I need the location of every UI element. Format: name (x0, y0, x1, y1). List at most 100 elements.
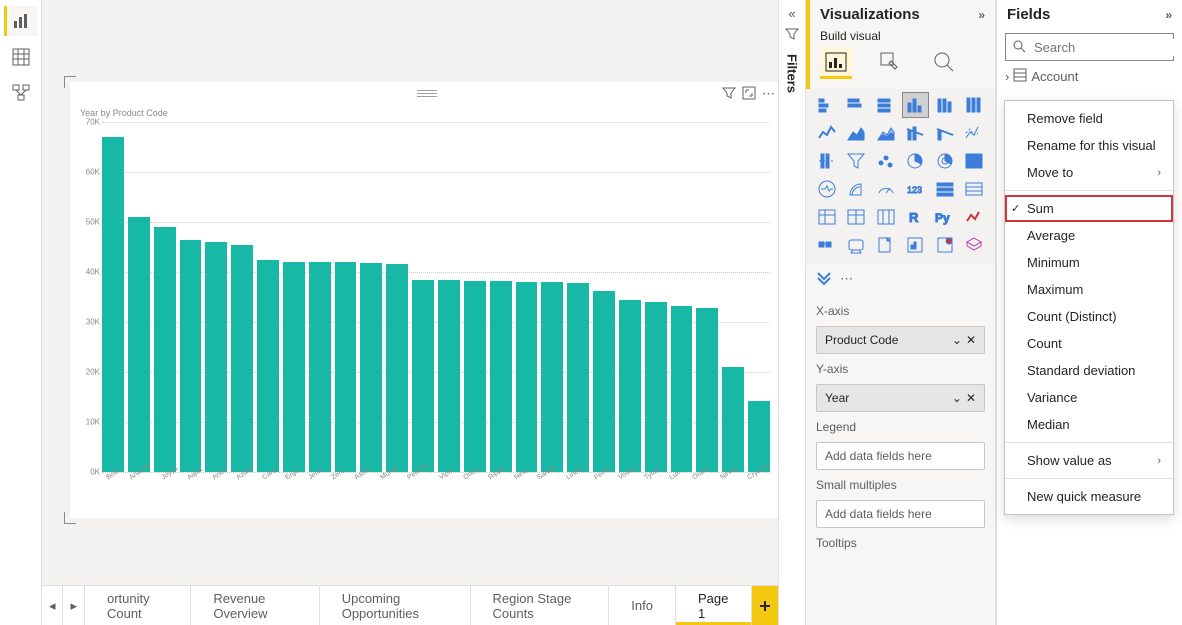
more-options-icon[interactable]: ⋯ (762, 86, 776, 103)
xaxis-well[interactable]: Product Code ⌄✕ (816, 326, 985, 354)
menu-stdev[interactable]: Standard deviation (1005, 357, 1173, 384)
page-tab-active[interactable]: Page 1 (676, 586, 752, 625)
viz-type-cell[interactable] (903, 149, 929, 173)
chart-bar[interactable] (645, 302, 667, 472)
chevron-down-icon[interactable]: ⌄ (952, 391, 962, 405)
menu-remove-field[interactable]: Remove field (1005, 105, 1173, 132)
viz-type-cell[interactable] (814, 205, 840, 229)
menu-median[interactable]: Median (1005, 411, 1173, 438)
viz-type-cell[interactable] (814, 233, 840, 257)
viz-type-cell[interactable] (962, 233, 988, 257)
chart-bar[interactable] (464, 281, 486, 473)
fields-search[interactable] (1005, 33, 1174, 61)
format-visual-tab[interactable] (874, 47, 906, 79)
page-tab[interactable]: Revenue Overview (191, 586, 319, 625)
viz-type-cell[interactable] (932, 149, 958, 173)
chart-bar[interactable] (593, 291, 615, 472)
model-view-button[interactable] (4, 78, 38, 108)
chart-bar[interactable] (180, 240, 202, 473)
chart-bar[interactable] (696, 308, 718, 472)
drag-handle-icon[interactable] (417, 89, 437, 97)
tab-scroll-right[interactable]: ▸ (63, 586, 84, 625)
menu-sum[interactable]: Sum (1005, 195, 1173, 222)
viz-type-cell[interactable] (932, 93, 958, 117)
viz-type-cell[interactable] (932, 233, 958, 257)
viz-type-cell[interactable] (873, 93, 899, 117)
remove-field-icon[interactable]: ✕ (966, 391, 976, 405)
expand-filters-icon[interactable]: « (788, 6, 795, 21)
chart-bar[interactable] (309, 262, 331, 472)
viz-type-cell[interactable] (962, 177, 988, 201)
viz-type-cell[interactable] (962, 121, 988, 145)
small-multiples-well[interactable]: Add data fields here (816, 500, 985, 528)
menu-average[interactable]: Average (1005, 222, 1173, 249)
viz-type-cell[interactable]: Py (932, 205, 958, 229)
chart-bar[interactable] (257, 260, 279, 473)
page-tab[interactable]: Upcoming Opportunities (320, 586, 471, 625)
chart-bar[interactable] (102, 137, 124, 472)
remove-field-icon[interactable]: ✕ (966, 333, 976, 347)
more-visuals-icon[interactable]: ⋯ (840, 271, 853, 287)
tab-scroll-left[interactable]: ◂ (42, 586, 63, 625)
viz-type-cell[interactable]: R (903, 205, 929, 229)
expand-viz-icon[interactable] (814, 267, 834, 290)
chart-bar[interactable] (360, 263, 382, 472)
add-page-button[interactable] (752, 586, 778, 625)
yaxis-well[interactable]: Year ⌄✕ (816, 384, 985, 412)
resize-handle-tl[interactable] (64, 76, 76, 88)
fields-search-input[interactable] (1032, 39, 1182, 56)
menu-show-value-as[interactable]: Show value as› (1005, 447, 1173, 474)
resize-handle-bl[interactable] (64, 512, 76, 524)
chart-bar[interactable] (335, 262, 357, 472)
collapse-fields-icon[interactable]: » (1165, 8, 1172, 22)
chart-bar[interactable] (231, 245, 253, 473)
viz-type-cell[interactable] (932, 177, 958, 201)
viz-type-cell[interactable] (873, 177, 899, 201)
menu-count[interactable]: Count (1005, 330, 1173, 357)
chart-bar[interactable] (541, 282, 563, 472)
report-canvas[interactable]: ⋯ Year by Product Code 0K10K20K30K40K50K… (42, 0, 778, 625)
data-view-button[interactable] (4, 42, 38, 72)
viz-type-cell[interactable] (903, 121, 929, 145)
filters-pane-collapsed[interactable]: « Filters (778, 0, 806, 625)
chart-bar[interactable] (748, 401, 770, 472)
collapse-viz-icon[interactable]: » (978, 8, 985, 22)
chart-bar[interactable] (490, 281, 512, 472)
viz-type-cell[interactable] (903, 233, 929, 257)
chart-bar[interactable] (722, 367, 744, 472)
chart-bar[interactable] (283, 262, 305, 472)
page-tab[interactable]: Info (609, 586, 676, 625)
viz-type-cell[interactable] (814, 93, 840, 117)
analytics-tab[interactable] (928, 47, 960, 79)
chart-bar[interactable] (567, 283, 589, 473)
menu-rename-field[interactable]: Rename for this visual (1005, 132, 1173, 159)
viz-type-cell[interactable] (814, 149, 840, 173)
viz-type-cell[interactable] (873, 233, 899, 257)
menu-minimum[interactable]: Minimum (1005, 249, 1173, 276)
chart-bar[interactable] (205, 242, 227, 472)
viz-type-cell[interactable] (814, 121, 840, 145)
page-tab[interactable]: ortunity Count (85, 586, 191, 625)
viz-type-cell[interactable]: 123 (903, 177, 929, 201)
chart-bar[interactable] (412, 280, 434, 473)
viz-type-cell[interactable] (873, 149, 899, 173)
chart-bar[interactable] (154, 227, 176, 472)
viz-type-cell[interactable] (873, 121, 899, 145)
menu-new-quick-measure[interactable]: New quick measure (1005, 483, 1173, 510)
focus-mode-icon[interactable] (742, 86, 756, 103)
viz-type-cell[interactable] (844, 93, 870, 117)
field-table-account[interactable]: › Account (997, 65, 1182, 88)
report-view-button[interactable] (4, 6, 38, 36)
menu-variance[interactable]: Variance (1005, 384, 1173, 411)
viz-type-cell[interactable] (844, 121, 870, 145)
viz-type-cell[interactable] (873, 205, 899, 229)
menu-move-to[interactable]: Move to› (1005, 159, 1173, 186)
menu-maximum[interactable]: Maximum (1005, 276, 1173, 303)
chart-bar[interactable] (619, 300, 641, 473)
page-tab[interactable]: Region Stage Counts (471, 586, 610, 625)
build-visual-tab[interactable] (820, 47, 852, 79)
viz-type-cell[interactable] (903, 93, 929, 117)
viz-type-cell[interactable] (844, 149, 870, 173)
viz-type-cell[interactable] (962, 149, 988, 173)
chart-bar[interactable] (671, 306, 693, 472)
